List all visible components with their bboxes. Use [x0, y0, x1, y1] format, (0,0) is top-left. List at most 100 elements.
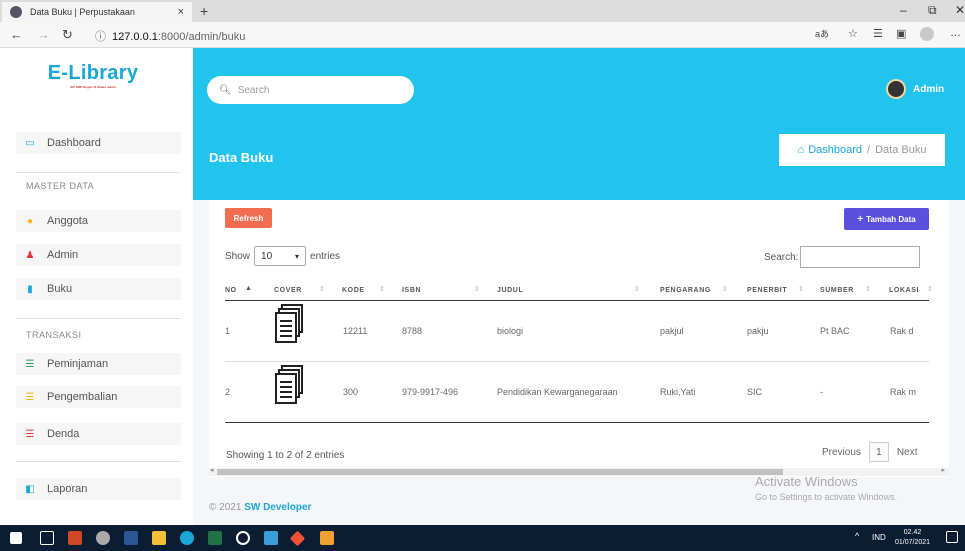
sidebar-item-anggota[interactable]: ● Anggota [16, 210, 181, 232]
col-sumber[interactable]: SUMBER [820, 287, 854, 294]
sidebar-item-label: Pengembalian [47, 391, 118, 403]
favicon-icon [10, 6, 22, 18]
minimize-icon[interactable]: – [900, 3, 907, 17]
excel-icon[interactable] [208, 531, 222, 545]
previous-button[interactable]: Previous [814, 447, 869, 458]
record-icon[interactable] [236, 531, 250, 545]
app-icon[interactable] [320, 531, 334, 545]
refresh-button[interactable]: Refresh [225, 208, 272, 228]
cell-no: 2 [225, 387, 231, 397]
sidebar-item-label: Dashboard [47, 137, 101, 149]
sort-icon: ⇕ [865, 286, 871, 293]
avatar[interactable] [886, 79, 906, 99]
entries-select[interactable]: 10 ▾ [254, 246, 307, 266]
sort-icon: ⇕ [474, 286, 480, 293]
cell-judul: Pendidikan Kewarganegaraan [497, 387, 618, 397]
sidebar-item-laporan[interactable]: ◧ Laporan [16, 478, 181, 500]
notification-icon[interactable] [946, 531, 958, 543]
reload-icon[interactable]: ↻ [62, 27, 73, 43]
favorites-list-icon[interactable]: ☰ [873, 27, 883, 40]
favorite-icon[interactable]: ☆ [848, 27, 858, 40]
more-icon[interactable]: … [950, 27, 961, 39]
forward-icon[interactable]: → [37, 27, 50, 42]
developer-link[interactable]: SW Developer [244, 502, 311, 513]
list-icon: ☰ [25, 358, 35, 370]
windows-watermark: Activate Windows Go to Settings to activ… [755, 474, 897, 502]
scroll-right-icon[interactable]: ▸ [941, 466, 945, 474]
breadcrumb: ⌂ Dashboard / Data Buku [779, 134, 945, 166]
cell-isbn: 979-9917-496 [402, 387, 459, 397]
restore-icon[interactable]: ⧉ [928, 3, 937, 18]
tab-title: Data Buku | Perpustakaan [30, 7, 135, 17]
sort-icon: ⇕ [379, 286, 385, 293]
col-no[interactable]: NO [225, 287, 237, 294]
sidebar-item-dashboard[interactable]: ▭ Dashboard [16, 132, 181, 154]
sidebar: E-Library SIP SMP Negeri 11 Muara Jambi … [0, 48, 193, 525]
search-input[interactable]: 🔍︎ Search [207, 76, 414, 104]
col-kode[interactable]: KODE [342, 287, 365, 294]
sidebar-item-pengembalian[interactable]: ☰ Pengembalian [16, 386, 181, 408]
start-icon[interactable] [10, 532, 22, 544]
next-button[interactable]: Next [889, 447, 926, 458]
col-cover[interactable]: COVER [274, 287, 302, 294]
sort-asc-icon: ▲ [245, 285, 252, 292]
sidebar-item-label: Peminjaman [47, 358, 109, 370]
language-indicator[interactable]: IND [872, 533, 886, 542]
browser-tab[interactable]: Data Buku | Perpustakaan × [2, 2, 192, 22]
scroll-left-icon[interactable]: ◂ [210, 466, 214, 474]
divider [16, 461, 181, 462]
col-isbn[interactable]: ISBN [402, 287, 421, 294]
task-view-icon[interactable] [40, 531, 54, 545]
window-close-icon[interactable]: ✕ [955, 3, 965, 17]
edge-icon[interactable] [180, 531, 194, 545]
list-icon: ☰ [25, 391, 35, 403]
url-field[interactable]: ⓘ 127.0.0.1:8000/admin/buku [95, 28, 245, 44]
collections-icon[interactable]: ▣ [896, 27, 906, 40]
taskbar: ^ IND 02.42 01/07/2021 [0, 525, 965, 551]
chevron-up-icon[interactable]: ^ [855, 531, 859, 541]
new-tab-button[interactable]: + [200, 3, 208, 19]
add-data-button[interactable]: + Tambah Data [844, 208, 929, 230]
table-bottom-divider [225, 422, 929, 423]
info-icon: ⓘ [95, 31, 106, 43]
page-button-current[interactable]: 1 [868, 442, 889, 462]
read-aloud-icon[interactable]: aあ [815, 27, 829, 40]
book-icon: ▮ [27, 283, 33, 295]
mail-icon[interactable] [264, 531, 278, 545]
col-penerbit[interactable]: PENERBIT [747, 287, 787, 294]
sidebar-item-peminjaman[interactable]: ☰ Peminjaman [16, 353, 181, 375]
home-icon: ⌂ [797, 144, 805, 156]
sidebar-item-label: Buku [47, 283, 73, 295]
col-lokasi[interactable]: LOKASI [889, 287, 919, 294]
logo-text: E-Library [47, 62, 139, 84]
sidebar-item-denda[interactable]: ☰ Denda [16, 423, 181, 445]
show-label: Show [225, 250, 251, 262]
sidebar-item-admin[interactable]: ♟ Admin [16, 244, 181, 266]
cell-lokasi: Rak d [890, 326, 914, 336]
entries-control: Show 10 ▾ entries [225, 246, 340, 266]
logo[interactable]: E-Library SIP SMP Negeri 11 Muara Jambi [38, 62, 148, 89]
back-icon[interactable]: ← [10, 27, 23, 42]
sort-icon: ⇕ [634, 286, 640, 293]
user-name[interactable]: Admin [913, 84, 944, 95]
col-judul[interactable]: JUDUL [497, 287, 523, 294]
profile-icon[interactable] [920, 27, 934, 41]
tab-close-icon[interactable]: × [178, 6, 184, 18]
watermark-title: Activate Windows [755, 474, 858, 489]
sidebar-item-buku[interactable]: ▮ Buku [16, 278, 181, 300]
table-search-input[interactable] [800, 246, 921, 268]
settings-icon[interactable] [96, 531, 110, 545]
powerpoint-icon[interactable] [68, 531, 82, 545]
divider [16, 172, 181, 173]
git-icon[interactable] [289, 530, 306, 547]
file-explorer-icon[interactable] [152, 531, 166, 545]
cell-kode: 12211 [343, 326, 368, 336]
col-pengarang[interactable]: PENGARANG [660, 287, 711, 294]
pagination: Previous 1 Next [814, 442, 925, 462]
scrollbar-thumb[interactable] [217, 469, 783, 475]
row-divider [225, 361, 929, 362]
word-icon[interactable] [124, 531, 138, 545]
breadcrumb-home[interactable]: Dashboard [808, 144, 862, 156]
book-cover-icon [275, 304, 303, 343]
clock[interactable]: 02.42 01/07/2021 [895, 528, 930, 548]
